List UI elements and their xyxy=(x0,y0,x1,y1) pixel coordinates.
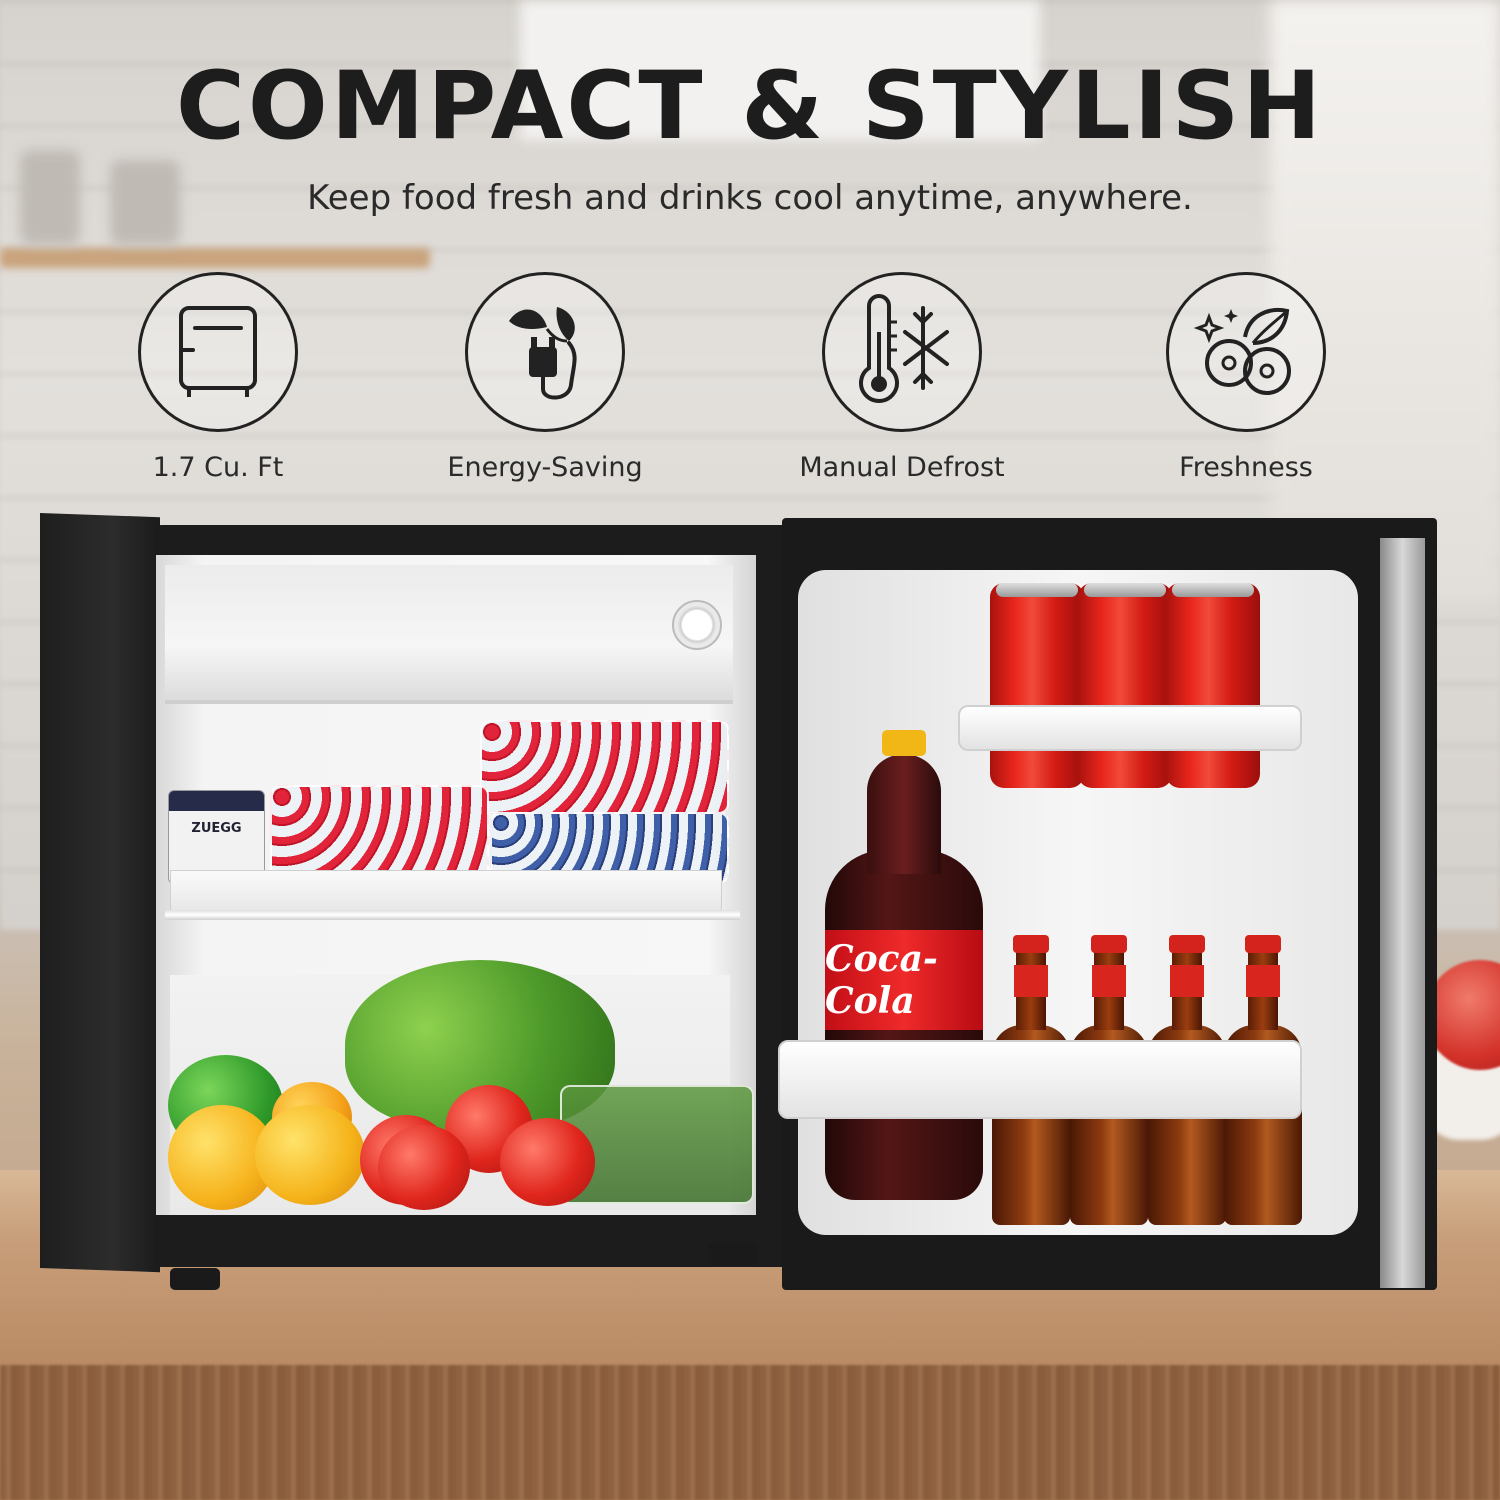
fresh-fruit-icon xyxy=(1193,308,1291,395)
product-banner: COMPACT & STYLISH Keep food fresh and dr… xyxy=(0,0,1500,1500)
jam-jar-label: ZUEGG xyxy=(191,821,242,836)
feature-freshness: Freshness xyxy=(1096,272,1396,502)
door-bin-upper xyxy=(958,705,1302,751)
soda-can xyxy=(1166,583,1260,788)
fridge-side-panel xyxy=(40,513,160,1273)
leveling-foot xyxy=(708,1243,758,1265)
tomato xyxy=(378,1125,470,1210)
raspberry-container xyxy=(480,720,729,814)
leveling-foot xyxy=(170,1268,220,1290)
feature-label: Manual Defrost xyxy=(799,452,1005,483)
banner-title: COMPACT & STYLISH xyxy=(175,52,1325,161)
door-bin-lower xyxy=(778,1040,1302,1119)
eco-plug-icon xyxy=(509,307,577,400)
feature-capacity: 1.7 Cu. Ft xyxy=(68,272,368,502)
tomato xyxy=(500,1118,595,1206)
freezer-compartment xyxy=(165,565,733,704)
wire-shelf xyxy=(165,910,740,920)
feature-circle xyxy=(822,272,982,432)
feature-energy: Energy-Saving xyxy=(395,272,695,502)
feature-label: 1.7 Cu. Ft xyxy=(152,452,284,483)
feature-circle xyxy=(1166,272,1326,432)
yellow-pepper xyxy=(255,1105,365,1205)
feature-circle xyxy=(138,272,298,432)
feature-label: Freshness xyxy=(1179,452,1313,483)
soda-bottle: Coca-Cola xyxy=(825,730,983,1200)
soda-can xyxy=(990,583,1084,788)
banner-subtitle: Keep food fresh and drinks cool anytime,… xyxy=(307,178,1193,218)
counter-edge xyxy=(0,1365,1500,1500)
soda-bottle-label: Coca-Cola xyxy=(825,930,983,1030)
feature-circle xyxy=(465,272,625,432)
feature-label: Energy-Saving xyxy=(447,452,643,483)
feature-defrost: Manual Defrost xyxy=(752,272,1052,502)
thermostat-knob xyxy=(672,600,722,650)
background-shelf xyxy=(0,248,430,268)
thermometer-snowflake-icon xyxy=(859,294,949,403)
mini-fridge-icon xyxy=(179,306,257,397)
soda-can xyxy=(1078,583,1172,788)
door-stainless-panel xyxy=(1380,538,1425,1288)
